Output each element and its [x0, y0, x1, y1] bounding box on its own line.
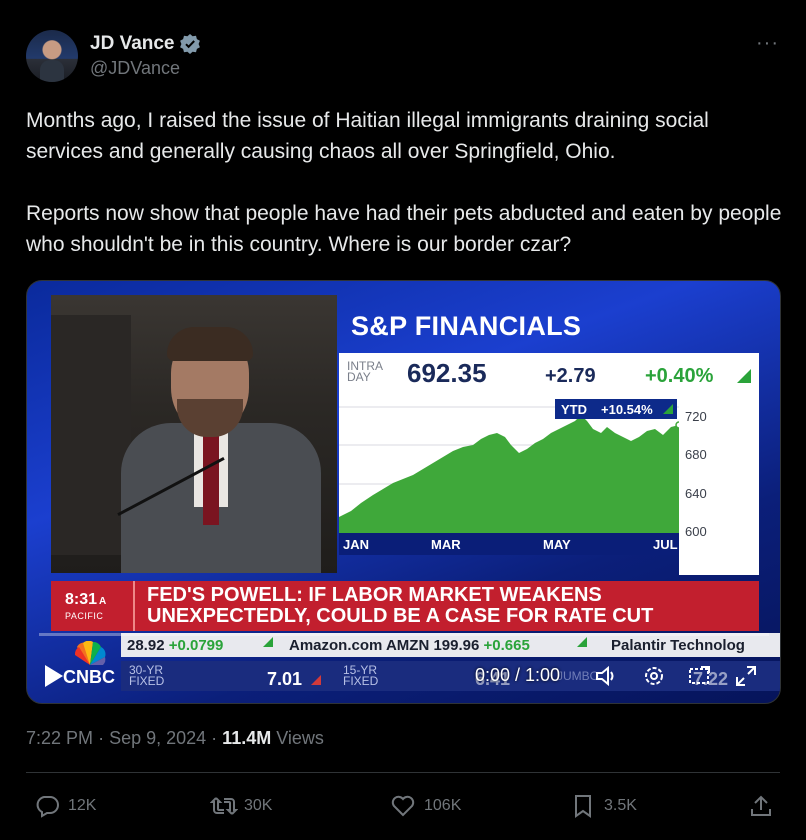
video-player[interactable]: S&P FINANCIALS INTRA DAY 692.35 +2.79 +0… [26, 280, 781, 704]
author-name[interactable]: JD Vance [90, 33, 175, 55]
views-label: Views [276, 728, 324, 748]
verified-badge-icon [180, 34, 200, 54]
tweet-meta: 7:22 PM · Sep 9, 2024 · 11.4M Views [26, 728, 324, 748]
author-handle[interactable]: @JDVance [90, 58, 180, 79]
video-progress-bar[interactable] [39, 633, 769, 636]
y-tick: 600 [685, 524, 707, 539]
rate-label: 30-YR FIXED [129, 663, 165, 688]
price-value: 692.35 [407, 358, 487, 388]
view-count: 11.4M [222, 728, 272, 748]
ytd-badge: YTD +10.54% [555, 399, 677, 419]
news-banner: 8:31 A PACIFIC FED'S POWELL: IF LABOR MAR… [51, 581, 759, 631]
tweet-paragraph: Months ago, I raised the issue of Haitia… [26, 109, 709, 163]
price-change-percent: +0.40% [645, 365, 714, 387]
chart-title: S&P FINANCIALS [351, 311, 582, 341]
price-chart [339, 399, 679, 533]
tweet-time[interactable]: 7:22 PM [26, 728, 93, 748]
stock-ticker: 28.92 +0.0799 Amazon.com AMZN 199.96 +0.… [121, 633, 780, 657]
tweet: JD Vance @JDVance ··· Months ago, I rais… [0, 0, 806, 840]
x-tick: JUL [653, 537, 678, 552]
fullscreen-icon[interactable] [733, 663, 759, 689]
reply-icon [36, 796, 59, 818]
stock-item: Palantir Technolog [611, 637, 745, 654]
avatar[interactable] [26, 30, 78, 82]
x-tick: JAN [343, 537, 370, 552]
x-tick: MAR [431, 537, 461, 552]
tweet-paragraph: Reports now show that people have had th… [26, 202, 782, 256]
more-options-icon[interactable]: ··· [756, 32, 779, 55]
playback-time: 0:00 / 1:00 [475, 665, 561, 685]
y-tick: 680 [685, 447, 707, 462]
stock-item: 28.92 +0.0799 [127, 637, 224, 654]
y-axis: 720 680 640 600 [679, 399, 759, 575]
bookmark-icon [575, 795, 591, 818]
rate-label: 15-YR FIXED [343, 663, 379, 688]
divider [26, 772, 780, 773]
rate-value: 7.01 [267, 669, 303, 689]
picture-in-picture-icon[interactable] [687, 663, 713, 689]
tweet-date[interactable]: Sep 9, 2024 [109, 728, 206, 748]
network-logo-text: CNBC [63, 667, 115, 687]
up-arrow-icon [737, 369, 751, 383]
y-tick: 720 [685, 409, 707, 424]
intraday-label: INTRA DAY [347, 359, 383, 384]
tweet-text: Months ago, I raised the issue of Haitia… [26, 105, 786, 260]
bookmark-count: 3.5K [604, 797, 637, 814]
quote-box: INTRA DAY 692.35 +2.79 +0.40% [339, 353, 759, 399]
settings-gear-icon[interactable] [641, 663, 667, 689]
x-tick: MAY [543, 537, 571, 552]
x-axis: JAN MAR MAY JUL [339, 533, 679, 555]
price-change: +2.79 [545, 365, 596, 387]
volume-icon[interactable] [593, 663, 619, 689]
video-speaker-image [51, 295, 337, 573]
repost-count: 30K [244, 797, 273, 814]
stock-item: Amazon.com AMZN 199.96 +0.665 [289, 637, 530, 654]
mortgage-rates: 30-YR FIXED 7.01 15-YR FIXED 6.41 JUMBO 7.… [121, 661, 780, 691]
like-count: 106K [424, 797, 462, 814]
heart-icon [391, 795, 415, 817]
repost-icon [210, 797, 238, 815]
play-icon[interactable] [45, 665, 63, 687]
share-icon [751, 795, 771, 816]
clock: 8:31 A PACIFIC [51, 581, 135, 631]
y-tick: 640 [685, 486, 707, 501]
headline: FED'S POWELL: IF LABOR MARKET WEAKENS UN… [147, 584, 654, 627]
reply-count: 12K [68, 797, 97, 814]
